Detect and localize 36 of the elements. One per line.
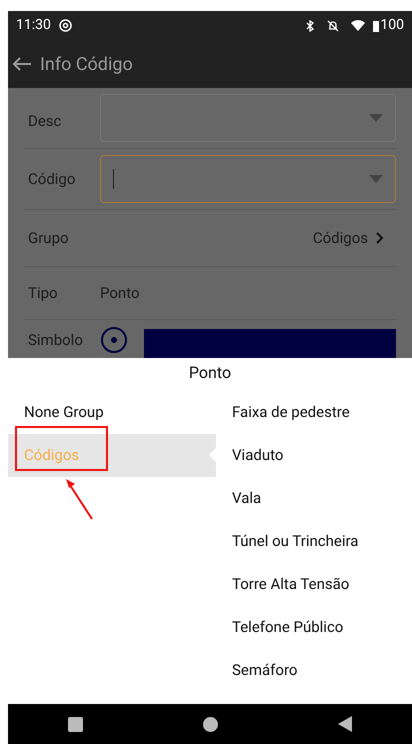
chevron-right-icon <box>376 232 384 244</box>
point-symbol-icon[interactable] <box>100 326 128 354</box>
field-label: Desc <box>27 110 62 132</box>
pointer-arrow <box>64 478 94 520</box>
code-item[interactable]: Telefone Público <box>232 606 412 649</box>
bluetooth-icon <box>305 20 316 32</box>
type-value: Ponto <box>100 282 140 304</box>
home-icon[interactable] <box>203 716 218 732</box>
code-item[interactable]: Faixa de pedestre <box>232 391 412 434</box>
text-cursor <box>113 169 114 189</box>
field-label: Código <box>27 168 76 190</box>
code-item[interactable]: Túnel ou Trincheira <box>232 520 412 563</box>
code-item[interactable]: Torre Alta Tensão <box>232 563 412 606</box>
code-item[interactable]: Vala <box>232 477 412 520</box>
group-item[interactable]: None Group <box>8 391 216 434</box>
selection-notch <box>209 448 216 462</box>
dropdown-caret-icon <box>369 114 383 122</box>
wifi-icon <box>351 20 366 31</box>
dropdown-field[interactable] <box>100 155 396 203</box>
back-arrow-icon[interactable] <box>12 56 32 72</box>
dropdown-field[interactable] <box>100 94 396 142</box>
battery-percent: 100 <box>380 16 404 35</box>
code-item[interactable]: Viaduto <box>232 434 412 477</box>
code-item[interactable]: Semáforo <box>232 649 412 692</box>
status-time: 11:30 <box>16 16 51 35</box>
screen-title: Info Código <box>40 52 133 76</box>
dropdown-caret-icon <box>369 175 383 183</box>
field-label: Grupo <box>27 228 70 249</box>
recents-icon[interactable] <box>68 716 83 732</box>
sheet-title: Ponto <box>188 362 232 384</box>
bell-off-icon <box>327 20 340 32</box>
battery-icon <box>373 20 380 32</box>
field-label: Tipo <box>27 282 59 304</box>
field-label: Simbolo <box>27 330 84 351</box>
symbol-color-swatch[interactable] <box>144 329 396 358</box>
back-icon[interactable] <box>338 716 352 732</box>
